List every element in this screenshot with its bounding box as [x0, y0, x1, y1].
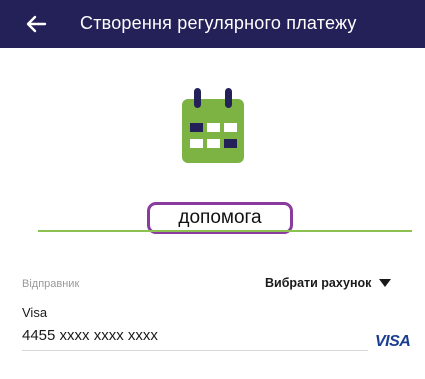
dropdown-triangle-icon	[379, 279, 392, 287]
visa-logo: VISA	[375, 333, 411, 350]
sender-label: Відправник	[22, 278, 80, 290]
card-number: 4455 xxxx xxxx xxxx	[22, 327, 158, 344]
payment-purpose-field[interactable]: допомога	[0, 198, 425, 238]
choose-account-button[interactable]: Вибрати рахунок	[265, 276, 392, 290]
card-type: Visa	[22, 305, 48, 320]
arrow-left-icon	[26, 15, 47, 33]
card-divider	[22, 350, 368, 351]
back-button[interactable]	[22, 10, 50, 38]
purpose-underline	[38, 230, 412, 232]
app-header: Створення регулярного платежу	[0, 0, 425, 48]
calendar-icon	[182, 88, 244, 163]
page-title: Створення регулярного платежу	[80, 13, 357, 33]
choose-account-label: Вибрати рахунок	[265, 276, 372, 290]
